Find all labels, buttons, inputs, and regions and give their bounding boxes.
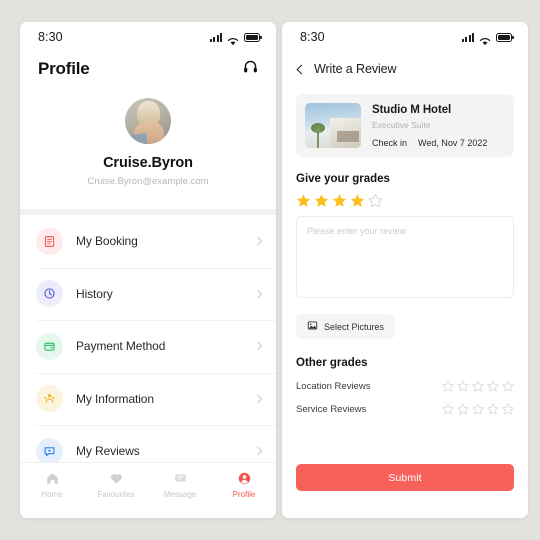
hotel-checkin: Check in Wed, Nov 7 2022 bbox=[372, 138, 487, 148]
tab-label: Profile bbox=[232, 490, 256, 499]
menu-item-payment-method[interactable]: Payment Method bbox=[20, 320, 276, 373]
avatar[interactable] bbox=[125, 98, 171, 144]
status-icons bbox=[462, 32, 514, 45]
booking-icon bbox=[36, 227, 63, 255]
star-empty-icon[interactable] bbox=[368, 193, 383, 208]
review-navbar: Write a Review bbox=[282, 52, 528, 86]
profile-email: Cruise.Byron@example.com bbox=[87, 176, 209, 187]
hotel-name: Studio M Hotel bbox=[372, 104, 452, 116]
clock-icon bbox=[36, 280, 63, 308]
star-empty-icon[interactable] bbox=[457, 403, 469, 415]
hotel-summary-card: Studio M Hotel Executive Suite Check in … bbox=[296, 94, 514, 157]
image-icon bbox=[307, 320, 318, 333]
signal-icon bbox=[462, 32, 474, 42]
tab-profile[interactable]: Profile bbox=[212, 471, 276, 499]
rating-star-group[interactable] bbox=[296, 193, 514, 208]
star-filled-icon[interactable] bbox=[350, 193, 365, 208]
review-body: Studio M Hotel Executive Suite Check in … bbox=[282, 86, 528, 415]
wifi-icon bbox=[479, 33, 491, 45]
bottom-tab-bar: Home Favourites Message Profile bbox=[20, 462, 276, 518]
chevron-right-icon bbox=[253, 394, 263, 403]
grade-label: Service Reviews bbox=[296, 403, 367, 415]
tab-favourites[interactable]: Favourites bbox=[84, 471, 148, 499]
star-empty-icon[interactable] bbox=[457, 380, 469, 392]
chevron-left-icon[interactable] bbox=[296, 64, 307, 74]
checkin-date: Wed, Nov 7 2022 bbox=[418, 138, 488, 148]
page-title: Profile bbox=[38, 59, 90, 78]
star-empty-icon[interactable] bbox=[472, 380, 484, 392]
chevron-right-icon bbox=[253, 289, 263, 298]
headphones-icon[interactable] bbox=[243, 59, 258, 79]
tab-home[interactable]: Home bbox=[20, 471, 84, 499]
star-empty-icon[interactable] bbox=[472, 403, 484, 415]
menu-item-label: My Booking bbox=[76, 234, 138, 249]
select-pictures-button[interactable]: Select Pictures bbox=[296, 314, 396, 339]
location-rating-star-group[interactable] bbox=[442, 380, 514, 392]
heart-icon bbox=[110, 474, 122, 484]
person-icon bbox=[36, 385, 63, 413]
chevron-right-icon bbox=[253, 342, 263, 351]
give-grades-title: Give your grades bbox=[296, 173, 390, 185]
home-icon bbox=[46, 473, 58, 484]
status-time: 8:30 bbox=[300, 30, 325, 44]
status-icons bbox=[210, 32, 262, 45]
star-empty-icon[interactable] bbox=[442, 380, 454, 392]
star-filled-icon[interactable] bbox=[314, 193, 329, 208]
tab-label: Message bbox=[163, 490, 197, 499]
checkin-label: Check in bbox=[372, 138, 408, 148]
grade-row-service: Service Reviews bbox=[296, 403, 514, 415]
profile-screen: 8:30 Profile Cruise.Byron Cruise.Byron@e… bbox=[20, 22, 276, 518]
message-icon bbox=[174, 474, 186, 482]
wifi-icon bbox=[227, 33, 239, 45]
menu-item-label: History bbox=[76, 286, 113, 301]
profile-card: Cruise.Byron Cruise.Byron@example.com bbox=[20, 86, 276, 209]
star-empty-icon[interactable] bbox=[487, 403, 499, 415]
hotel-thumbnail bbox=[305, 103, 361, 148]
menu-item-label: My Reviews bbox=[76, 444, 140, 459]
status-bar-left: 8:30 bbox=[20, 22, 276, 52]
grade-row-location: Location Reviews bbox=[296, 380, 514, 392]
chat-icon bbox=[36, 437, 63, 465]
tab-message[interactable]: Message bbox=[148, 471, 212, 499]
menu-item-my-information[interactable]: My Information bbox=[20, 372, 276, 426]
battery-icon bbox=[496, 32, 514, 42]
tab-label: Favourites bbox=[97, 490, 135, 499]
review-input[interactable] bbox=[296, 216, 514, 298]
chevron-right-icon bbox=[253, 447, 263, 456]
menu-item-label: Payment Method bbox=[76, 339, 166, 354]
grade-label: Location Reviews bbox=[296, 380, 371, 392]
star-empty-icon[interactable] bbox=[502, 403, 514, 415]
wallet-icon bbox=[36, 332, 63, 360]
star-empty-icon[interactable] bbox=[502, 380, 514, 392]
profile-titlebar: Profile bbox=[20, 52, 276, 86]
chevron-right-icon bbox=[253, 237, 263, 246]
service-rating-star-group[interactable] bbox=[442, 403, 514, 415]
signal-icon bbox=[210, 32, 222, 42]
hotel-meta: Studio M Hotel Executive Suite Check in … bbox=[372, 103, 487, 148]
profile-icon bbox=[238, 472, 250, 485]
status-time: 8:30 bbox=[38, 30, 63, 44]
star-filled-icon[interactable] bbox=[296, 193, 311, 208]
star-empty-icon[interactable] bbox=[487, 380, 499, 392]
submit-button[interactable]: Submit bbox=[296, 464, 514, 491]
menu-item-history[interactable]: History bbox=[20, 267, 276, 321]
select-pictures-label: Select Pictures bbox=[324, 321, 385, 332]
battery-icon bbox=[244, 32, 262, 42]
tab-label: Home bbox=[41, 490, 63, 499]
star-empty-icon[interactable] bbox=[442, 403, 454, 415]
other-grades-title: Other grades bbox=[296, 357, 368, 369]
menu-item-label: My Information bbox=[76, 391, 154, 406]
status-bar-right: 8:30 bbox=[282, 22, 528, 52]
hotel-room-type: Executive Suite bbox=[372, 120, 431, 130]
profile-name: Cruise.Byron bbox=[103, 155, 193, 171]
menu-item-my-booking[interactable]: My Booking bbox=[20, 215, 276, 268]
star-filled-icon[interactable] bbox=[332, 193, 347, 208]
screenshot-stage: 8:30 Profile Cruise.Byron Cruise.Byron@e… bbox=[0, 0, 540, 540]
write-review-screen: 8:30 Write a Review Studio M Hotel Execu… bbox=[282, 22, 528, 518]
profile-menu-list: My Booking History Payment Method My Inf… bbox=[20, 215, 276, 478]
navbar-title: Write a Review bbox=[314, 62, 397, 76]
